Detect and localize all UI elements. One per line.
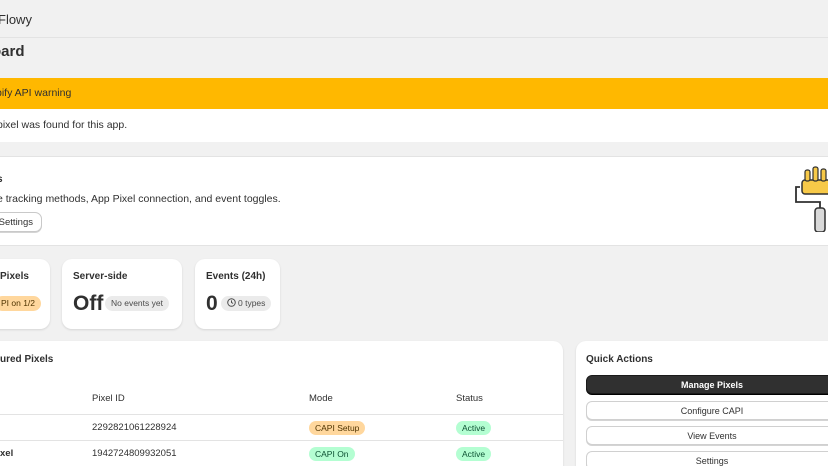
stat-card-pixels: Pixels PI on 1/2: [0, 259, 50, 329]
paint-roller-icon: [795, 166, 828, 232]
stat-label-events: Events (24h): [206, 271, 266, 282]
mode-badge: CAPI On: [309, 447, 355, 461]
warning-title: pify API warning: [0, 78, 828, 109]
clock-icon: [227, 298, 236, 307]
configure-capi-button[interactable]: Configure CAPI: [586, 401, 828, 420]
warning-banner: pify API warning pixel was found for thi…: [0, 78, 828, 142]
column-header-mode: Mode: [309, 393, 333, 404]
column-header-pixel-id: Pixel ID: [92, 393, 125, 404]
settings-description: e tracking methods, App Pixel connection…: [0, 193, 281, 205]
app-name: Flowy: [0, 12, 32, 27]
pixel-id: 2292821061228924: [92, 422, 177, 433]
quick-actions-title: Quick Actions: [586, 354, 653, 365]
stat-pill-events: 0 types: [221, 296, 272, 311]
status-badge: Active: [456, 421, 492, 435]
table-divider: [0, 440, 563, 441]
pixel-id: 1942724809932051: [92, 448, 177, 459]
status-badge: Active: [456, 447, 492, 461]
stat-label-pixels: Pixels: [0, 271, 29, 282]
mode-badge: CAPI Setup: [309, 421, 366, 435]
stat-value-events: 0: [206, 292, 218, 315]
configured-pixels-card: ured Pixels Pixel ID Mode Status 2292821…: [0, 341, 563, 466]
table-divider: [0, 414, 563, 415]
settings-title: s: [0, 174, 3, 185]
manage-pixels-button[interactable]: Manage Pixels: [586, 375, 828, 394]
stat-pill-events-label: 0 types: [238, 298, 266, 308]
stat-value-server-side: Off: [73, 292, 104, 315]
stat-card-events: Events (24h) 0 0 types: [195, 259, 280, 329]
page-title: oard: [0, 43, 25, 60]
stat-card-server-side: Server-side Off No events yet: [62, 259, 182, 329]
top-bar: Flowy: [0, 0, 828, 38]
warning-message: pixel was found for this app.: [0, 109, 828, 142]
settings-quick-button[interactable]: Settings: [586, 451, 828, 466]
column-header-status: Status: [456, 393, 483, 404]
pixel-name: xel: [0, 448, 14, 459]
stat-pill-pixels: PI on 1/2: [0, 296, 42, 311]
quick-actions-card: Quick Actions Manage Pixels Configure CA…: [576, 341, 828, 466]
stat-label-server-side: Server-side: [73, 271, 128, 282]
configured-pixels-title: ured Pixels: [0, 354, 54, 365]
view-events-button[interactable]: View Events: [586, 426, 828, 445]
stat-pill-server-side: No events yet: [105, 296, 169, 311]
settings-card: s e tracking methods, App Pixel connecti…: [0, 156, 828, 246]
settings-button[interactable]: Settings: [0, 212, 42, 232]
